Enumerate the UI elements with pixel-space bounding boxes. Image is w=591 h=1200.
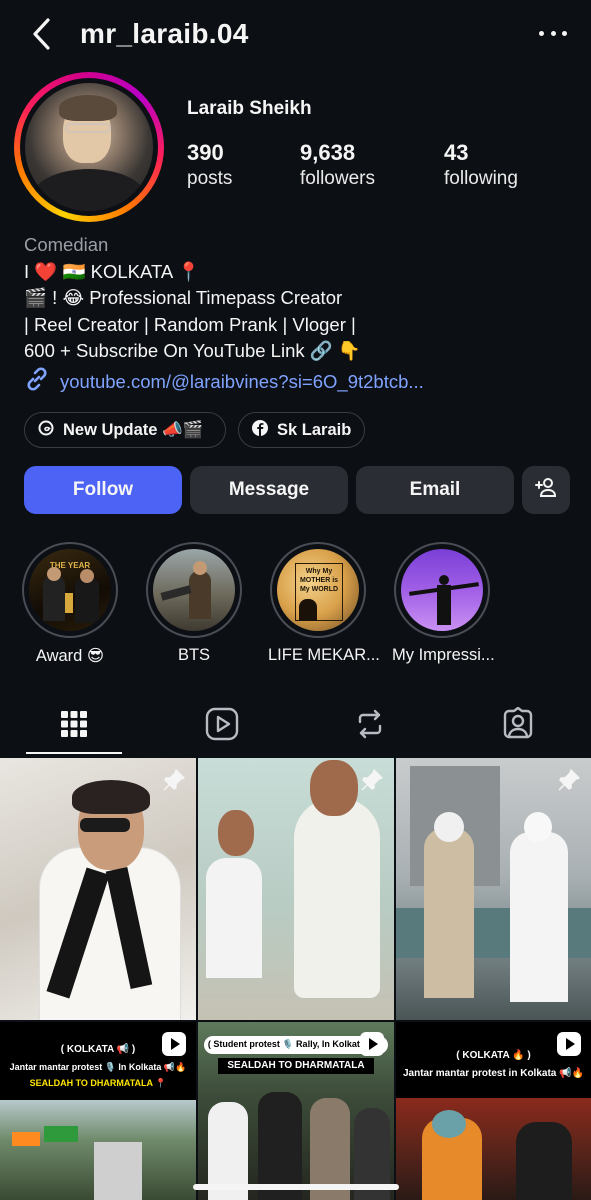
stat-followers-label: followers [300,168,375,189]
post-thumbnail[interactable] [0,758,196,1020]
back-arrow-icon[interactable] [28,16,58,52]
post-thumbnail[interactable] [198,758,394,1020]
bio-line: 🎬 ! 😂 Professional Timepass Creator [24,287,343,308]
stat-followers[interactable]: 9,638 followers [300,140,375,190]
stat-following-value: 43 [444,140,469,165]
person-add-icon [534,475,558,505]
reel-icon [557,1032,581,1056]
pin-icon [162,768,186,792]
profile-link[interactable]: youtube.com/@laraibvines?si=6O_9t2btcb..… [24,366,424,397]
link-text: youtube.com/@laraibvines?si=6O_9t2btcb..… [60,370,424,392]
stat-followers-value: 9,638 [300,140,356,165]
message-button[interactable]: Message [190,466,348,514]
grid-icon[interactable] [54,704,94,744]
highlight-tag: Why My MOTHER is My WORLD [299,568,339,593]
chip-label: New Update 📣🎬 [63,420,204,439]
profile-category: Comedian [24,234,109,255]
highlight-label: BTS [177,646,211,664]
follow-button[interactable]: Follow [24,466,182,514]
chip-facebook[interactable]: Sk Laraib [238,412,365,448]
reels-icon[interactable] [202,704,242,744]
add-friend-button[interactable] [522,466,570,514]
profile-display-name: Laraib Sheikh [187,98,312,119]
stat-posts[interactable]: 390 posts [187,140,232,190]
bio-line: | Reel Creator | Random Prank | Vloger | [24,313,356,335]
facebook-icon [251,419,269,442]
post-caption: SEALDAH TO DHARMATALA 📍 [29,1078,167,1088]
active-tab-indicator [26,752,122,754]
highlight-impression[interactable]: My Impressi... [392,542,495,665]
reel-icon [162,1032,186,1056]
profile-bio: Comedian I ❤️ 🇮🇳 KOLKATA 📍 🎬 ! 😂 Profess… [24,232,361,365]
post-caption: Jantar mantar protest in Kolkata 📢🔥 [402,1068,585,1079]
post-caption: SEALDAH TO DHARMATALA [227,1060,365,1071]
stat-following[interactable]: 43 following [444,140,518,190]
pin-icon [557,768,581,792]
highlight-life[interactable]: Why My MOTHER is My WORLD LIFE MEKAR... [268,542,380,665]
highlight-award[interactable]: THE YEAR Award 😎 [20,542,120,666]
highlight-label: My Impressi... [392,646,495,664]
email-button[interactable]: Email [356,466,514,514]
post-thumbnail[interactable]: ( KOLKATA 📢 ) Jantar mantar protest 🎙️ I… [0,1022,196,1200]
bio-line: 600 + Subscribe On YouTube Link 🔗 👇 [24,340,361,361]
top-bar: mr_laraib.04 [0,0,591,70]
reel-icon [360,1032,384,1056]
tagged-icon[interactable] [498,704,538,744]
post-thumbnail[interactable] [396,758,591,1020]
stat-posts-value: 390 [187,140,224,165]
highlight-bts[interactable]: BTS [144,542,244,665]
highlight-label: Award 😎 [35,647,105,665]
profile-tabs [0,694,591,756]
stat-following-label: following [444,168,518,189]
post-caption: Jantar mantar protest 🎙️ In Kolkata 📢🔥 [9,1062,187,1072]
pin-icon [360,768,384,792]
chip-label: Sk Laraib [277,420,352,439]
profile-username: mr_laraib.04 [80,18,249,49]
reposts-icon[interactable] [350,704,390,744]
highlight-tag: THE YEAR [49,561,91,570]
bio-line: I ❤️ 🇮🇳 KOLKATA 📍 [24,260,201,282]
profile-avatar[interactable] [14,72,164,222]
post-thumbnail[interactable]: ( Student protest 🎙️ Rally, In Kolkata 📍… [198,1022,394,1200]
more-options-icon[interactable] [539,28,567,38]
link-icon [24,366,50,397]
post-thumbnail[interactable]: ( KOLKATA 🔥 ) Jantar mantar protest in K… [396,1022,591,1200]
threads-icon [37,419,55,442]
home-indicator [193,1184,399,1190]
stat-posts-label: posts [187,168,233,189]
chip-new-update[interactable]: New Update 📣🎬 [24,412,226,448]
highlight-label: LIFE MEKAR... [268,646,380,664]
